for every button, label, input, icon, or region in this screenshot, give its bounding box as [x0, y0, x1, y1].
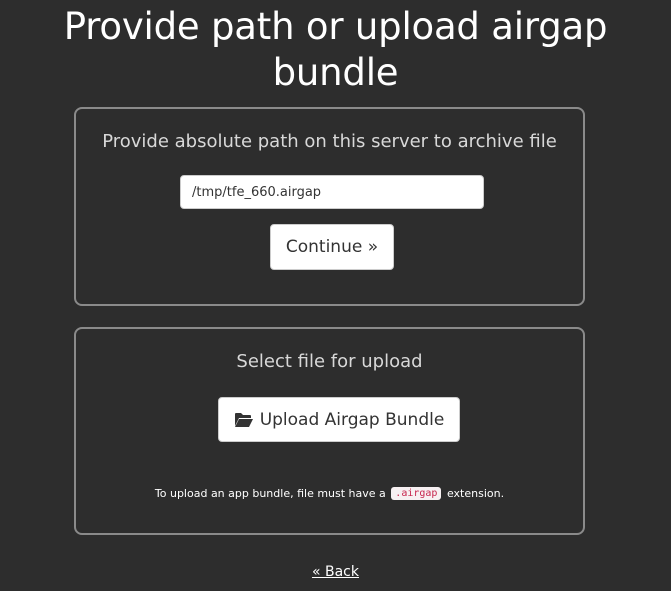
upload-note-prefix: To upload an app bundle, file must have … [154, 487, 386, 500]
upload-panel-heading: Select file for upload [236, 351, 423, 372]
archive-path-input[interactable] [180, 175, 484, 209]
upload-note: To upload an app bundle, file must have … [76, 487, 583, 500]
folder-open-icon [234, 412, 254, 428]
upload-note-suffix: extension. [446, 487, 505, 500]
airgap-extension-code: .airgap [391, 487, 442, 500]
path-panel: Provide absolute path on this server to … [74, 107, 585, 306]
continue-button[interactable]: Continue » [270, 224, 394, 270]
upload-airgap-bundle-button[interactable]: Upload Airgap Bundle [218, 397, 460, 442]
upload-button-label: Upload Airgap Bundle [259, 409, 445, 430]
path-panel-heading: Provide absolute path on this server to … [102, 131, 557, 152]
page-title: Provide path or upload airgap bundle [63, 5, 608, 94]
upload-panel: Select file for upload Upload Airgap Bun… [74, 327, 585, 535]
page: Provide path or upload airgap bundle Pro… [0, 0, 671, 591]
back-link[interactable]: « Back [0, 564, 671, 580]
